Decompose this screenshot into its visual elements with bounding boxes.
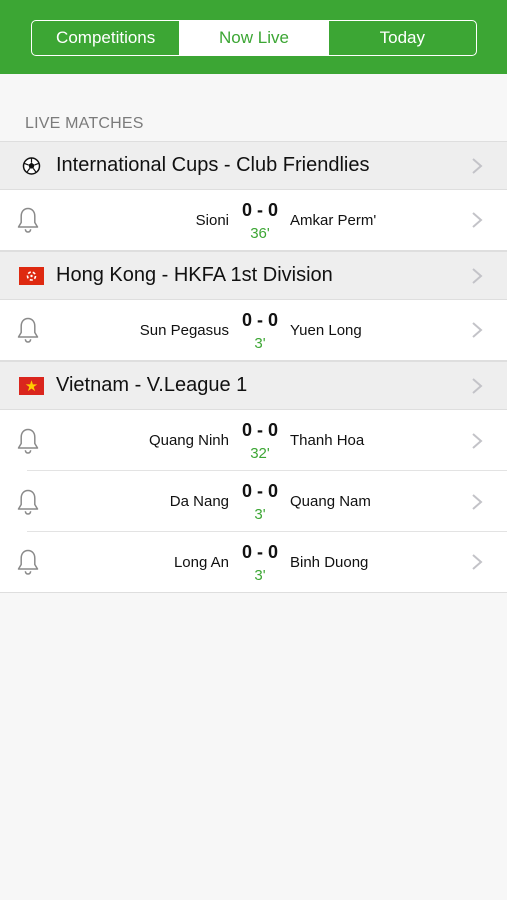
bell-icon[interactable] [16,488,40,516]
live-matches-list: International Cups - Club Friendlies Sio… [0,141,507,593]
away-team: Amkar Perm' [290,212,377,229]
hong-kong-flag-icon [19,266,44,285]
soccer-ball-icon [22,156,41,175]
chevron-right-icon [472,267,483,284]
chevron-right-icon [472,554,483,570]
home-team: Quang Ninh [148,432,229,449]
segmented-control: Competitions Now Live Today [31,20,477,56]
away-team: Binh Duong [290,554,369,571]
chevron-right-icon [472,157,483,174]
away-team: Yuen Long [290,322,362,339]
match-score: 0 - 0 [241,481,279,501]
home-team: Sioni [195,212,229,229]
top-nav-bar: Competitions Now Live Today [0,0,507,74]
vietnam-flag-icon [19,376,44,395]
chevron-right-icon [472,432,483,449]
bell-icon[interactable] [16,548,40,576]
away-team: Thanh Hoa [290,432,365,449]
bell-icon[interactable] [16,316,40,344]
tab-now-live[interactable]: Now Live [179,21,328,55]
chevron-right-icon [472,377,483,394]
away-team: Quang Nam [290,493,371,510]
match-score: 0 - 0 [241,200,279,220]
bell-icon[interactable] [16,206,40,234]
match-minute: 3' [254,567,266,584]
home-team: Sun Pegasus [139,322,229,339]
chevron-right-icon [472,493,483,510]
match-minute: 3' [254,506,266,523]
section-label: LIVE MATCHES [25,115,144,132]
match-minute: 3' [254,335,266,352]
match-row[interactable]: Da Nang 0 - 0 3' Quang Nam [0,471,507,532]
chevron-right-icon [472,212,483,228]
home-team: Da Nang [169,493,229,510]
competition-title: International Cups - Club Friendlies [56,154,370,176]
bell-icon[interactable] [16,427,40,455]
tab-today[interactable]: Today [327,21,476,55]
match-row[interactable]: Sun Pegasus 0 - 0 3' Yuen Long [0,300,507,361]
competition-title: Vietnam - V.League 1 [56,374,248,396]
match-row[interactable]: Long An 0 - 0 3' Binh Duong [0,532,507,593]
match-score: 0 - 0 [241,542,279,562]
competition-header[interactable]: Hong Kong - HKFA 1st Division [0,251,507,300]
match-score: 0 - 0 [241,310,279,330]
competition-header[interactable]: Vietnam - V.League 1 [0,361,507,410]
match-minute: 32' [250,445,270,462]
match-score: 0 - 0 [241,420,279,440]
match-row[interactable]: Sioni 0 - 0 36' Amkar Perm' [0,190,507,251]
chevron-right-icon [472,322,483,338]
competition-header[interactable]: International Cups - Club Friendlies [0,141,507,190]
match-row[interactable]: Quang Ninh 0 - 0 32' Thanh Hoa [0,410,507,471]
tab-competitions[interactable]: Competitions [32,21,179,55]
home-team: Long An [173,554,229,571]
competition-title: Hong Kong - HKFA 1st Division [56,264,333,286]
match-minute: 36' [250,225,270,242]
